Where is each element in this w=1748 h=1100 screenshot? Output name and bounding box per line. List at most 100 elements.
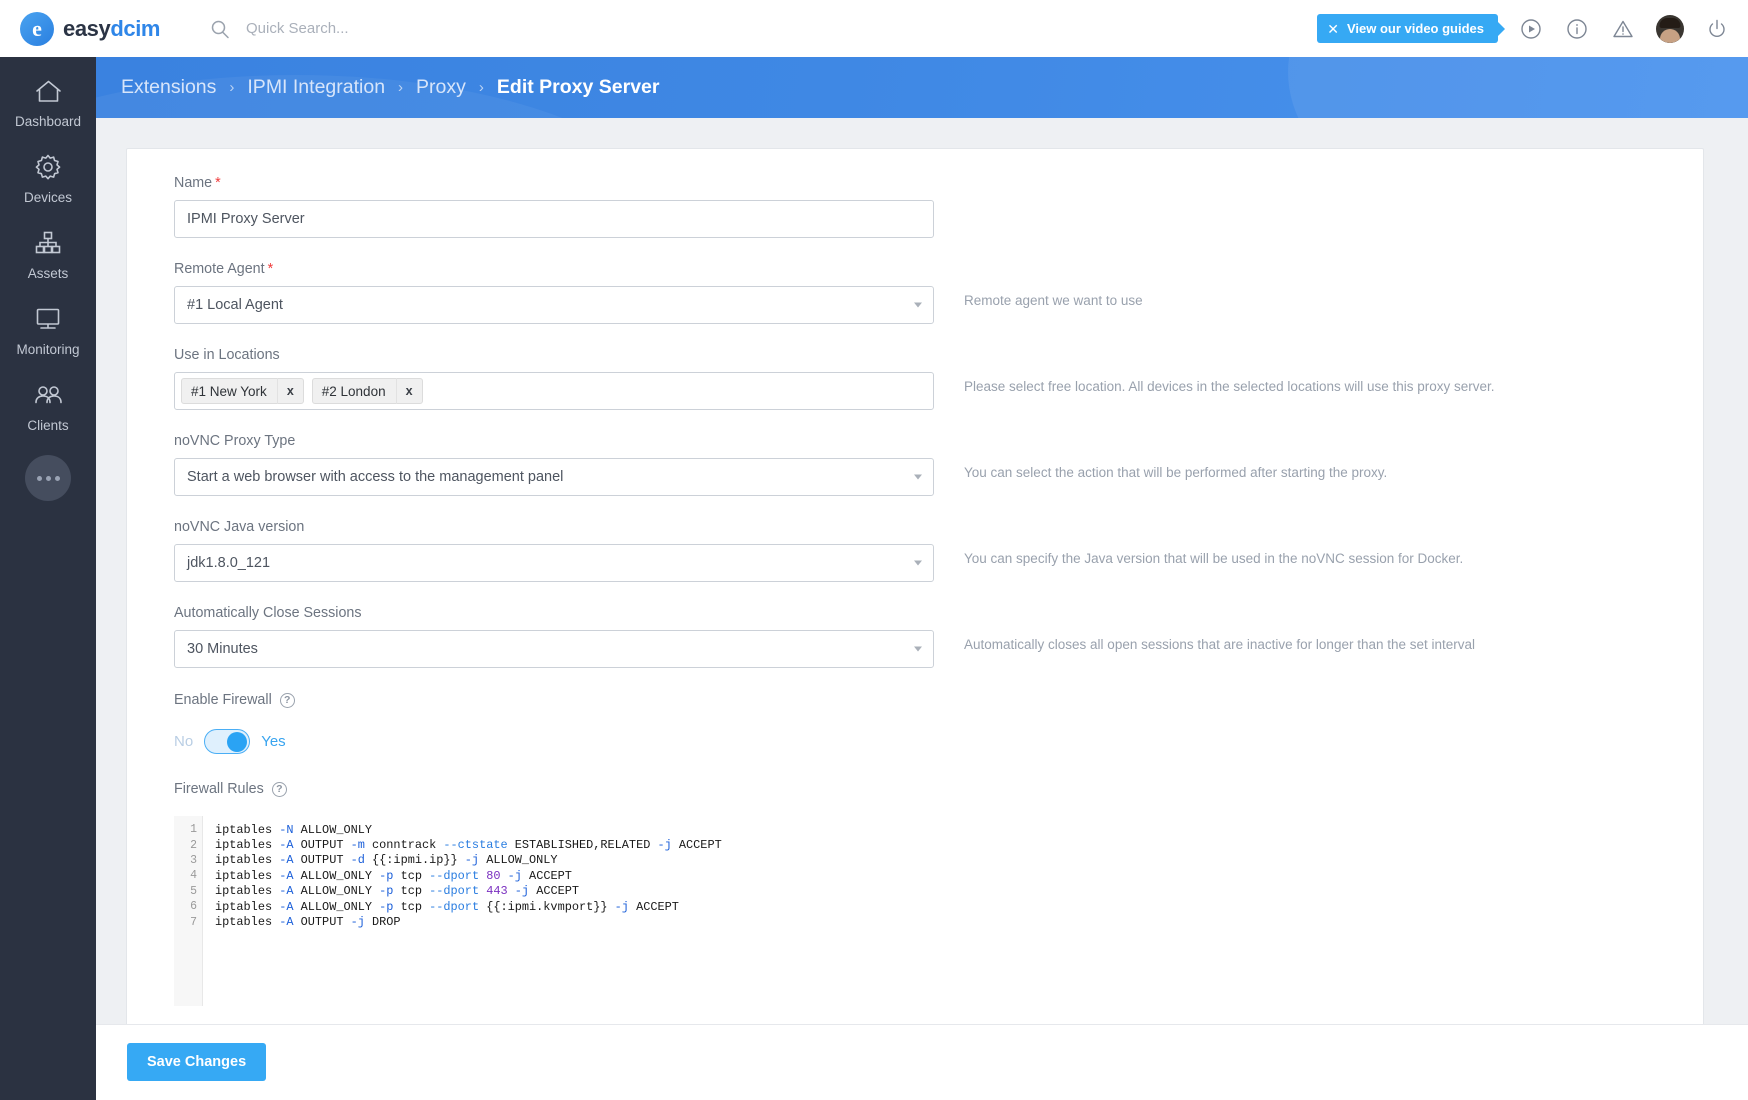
novnc-java-version-select[interactable]: jdk1.8.0_121 — [174, 544, 934, 582]
toggle-off-label: No — [174, 733, 194, 750]
remote-agent-select[interactable]: #1 Local Agent — [174, 286, 934, 324]
enable-firewall-toggle[interactable] — [204, 729, 251, 754]
app-logo[interactable]: e easydcim — [20, 11, 180, 46]
editor-line-code: iptables -A OUTPUT -d {{:ipmi.ip}} -j AL… — [215, 853, 558, 868]
user-avatar[interactable] — [1656, 14, 1684, 43]
breadcrumb-separator: › — [229, 79, 235, 96]
logo-text-primary: easy — [63, 15, 111, 41]
field-novnc-proxy-type: noVNC Proxy Type Start a web browser wit… — [174, 433, 1703, 496]
novnc-proxy-type-select[interactable]: Start a web browser with access to the m… — [174, 458, 934, 496]
editor-line-number: 7 — [190, 915, 197, 929]
required-marker: * — [215, 175, 221, 191]
sidebar-item-clients[interactable]: Clients — [0, 379, 96, 433]
firewall-rules-code-editor[interactable]: 1 iptables -N ALLOW_ONLY 2 iptables -A OUTP… — [174, 816, 1654, 1006]
breadcrumb-item-extensions[interactable]: Extensions — [121, 76, 216, 99]
sidebar: Dashboard Devices Assets Monitoring Clie… — [0, 57, 96, 1100]
editor-line: 3 iptables -A OUTPUT -d {{:ipmi.ip}} -j A… — [174, 853, 1654, 868]
info-circle-icon[interactable] — [1564, 16, 1590, 42]
location-tag[interactable]: #1 New York x — [181, 378, 304, 404]
main-content: Name* Remote Agent* #1 Local Agent Remot… — [96, 118, 1748, 1043]
remove-tag-icon[interactable]: x — [276, 378, 303, 404]
sidebar-item-dashboard[interactable]: Dashboard — [0, 75, 96, 129]
gear-icon — [34, 151, 62, 183]
dot-icon — [45, 475, 51, 481]
sidebar-item-label: Assets — [27, 266, 69, 281]
edit-proxy-form-card: Name* Remote Agent* #1 Local Agent Remot… — [126, 148, 1704, 1028]
required-marker: * — [267, 261, 274, 277]
field-name: Name * — [174, 175, 1703, 238]
dot-icon — [54, 475, 60, 481]
sidebar-item-label: Devices — [23, 190, 72, 205]
editor-line-code: iptables -A ALLOW_ONLY -p tcp --dport {{… — [215, 899, 679, 914]
search-icon — [210, 19, 230, 39]
field-novnc-proxy-type-label: noVNC Proxy Type — [174, 433, 296, 449]
field-auto-close-sessions-label: Automatically Close Sessions — [174, 605, 362, 621]
editor-line: 7 iptables -A OUTPUT -j DROP — [174, 914, 1654, 929]
auto-close-sessions-hint: Automatically closes all open sessions t… — [964, 637, 1476, 652]
dot-icon — [36, 475, 42, 481]
sidebar-item-monitoring[interactable]: Monitoring — [0, 303, 96, 357]
logo-text: easydcim — [63, 16, 160, 42]
editor-line-number: 4 — [190, 869, 197, 883]
toggle-on-label: Yes — [261, 733, 286, 750]
quick-search[interactable] — [210, 19, 574, 39]
logo-text-secondary: dcim — [110, 15, 161, 41]
field-locations: Use in Locations #1 New York x #2 London… — [174, 347, 1703, 410]
remove-tag-icon[interactable]: x — [395, 378, 422, 404]
warning-triangle-icon[interactable] — [1610, 16, 1636, 42]
editor-line-code: iptables -A OUTPUT -j DROP — [215, 915, 401, 930]
novnc-proxy-type-hint: You can select the action that will be p… — [964, 465, 1388, 480]
sidebar-more-button[interactable] — [25, 455, 71, 501]
chevron-down-icon — [914, 302, 922, 308]
enable-firewall-toggle-row: No Yes — [174, 729, 1703, 754]
auto-close-sessions-select[interactable]: 30 Minutes — [174, 630, 934, 668]
home-icon — [34, 75, 63, 107]
close-icon[interactable]: ✕ — [1327, 22, 1339, 36]
editor-line-code: iptables -N ALLOW_ONLY — [215, 822, 373, 837]
editor-line-code: iptables -A OUTPUT -m conntrack --ctstat… — [215, 838, 722, 853]
sidebar-item-assets[interactable]: Assets — [0, 227, 96, 281]
breadcrumb-item-proxy[interactable]: Proxy — [416, 76, 466, 99]
remote-agent-hint: Remote agent we want to use — [964, 293, 1143, 308]
field-auto-close-sessions: Automatically Close Sessions 30 Minutes … — [174, 605, 1703, 668]
locations-tag-input[interactable]: #1 New York x #2 London x — [174, 372, 934, 410]
name-input[interactable] — [174, 200, 934, 238]
editor-line: 2 iptables -A OUTPUT -m conntrack --ctsta… — [174, 837, 1654, 852]
play-circle-icon[interactable] — [1518, 16, 1544, 42]
top-bar: e easydcim ✕ View our video guides — [0, 0, 1748, 57]
search-input[interactable] — [244, 19, 574, 38]
content-scrollbar[interactable] — [1739, 236, 1748, 1043]
locations-hint: Please select free location. All devices… — [964, 379, 1495, 394]
help-icon[interactable]: ? — [271, 781, 287, 797]
edit-proxy-form: Name* Remote Agent* #1 Local Agent Remot… — [127, 149, 1703, 1006]
video-guides-label: View our video guides — [1346, 21, 1484, 36]
breadcrumb-separator: › — [478, 79, 484, 96]
top-bar-actions: ✕ View our video guides — [1317, 14, 1748, 43]
editor-line: 5 iptables -A ALLOW_ONLY -p tcp --dport 4… — [174, 884, 1654, 899]
field-remote-agent: Remote Agent * #1 Local Agent Remote agen… — [174, 261, 1703, 324]
page-header: Extensions › IPMI Integration › Proxy › … — [96, 57, 1748, 118]
help-icon[interactable]: ? — [279, 692, 295, 708]
monitor-icon — [34, 303, 62, 335]
editor-line: 6 iptables -A ALLOW_ONLY -p tcp --dport {… — [174, 899, 1654, 914]
breadcrumb-item-ipmi-integration[interactable]: IPMI Integration — [247, 76, 385, 99]
video-guides-tooltip[interactable]: ✕ View our video guides — [1317, 14, 1498, 43]
editor-line-number: 2 — [190, 838, 197, 852]
toggle-knob — [227, 731, 248, 752]
sidebar-item-devices[interactable]: Devices — [0, 151, 96, 205]
chevron-down-icon — [914, 560, 922, 566]
field-novnc-java-version: noVNC Java version jdk1.8.0_121 You can … — [174, 519, 1703, 582]
auto-close-sessions-value: 30 Minutes — [187, 641, 258, 657]
chevron-down-icon — [914, 474, 922, 480]
field-enable-firewall-label: Enable Firewall ? — [174, 692, 295, 708]
novnc-proxy-type-value: Start a web browser with access to the m… — [187, 469, 564, 485]
novnc-java-version-value: jdk1.8.0_121 — [187, 555, 271, 571]
save-changes-button[interactable]: Save Changes — [127, 1043, 267, 1081]
editor-line-number: 6 — [190, 900, 197, 914]
editor-line-code: iptables -A ALLOW_ONLY -p tcp --dport 44… — [215, 884, 580, 899]
location-tag[interactable]: #2 London x — [311, 378, 423, 404]
power-icon[interactable] — [1704, 16, 1730, 42]
field-novnc-java-version-label: noVNC Java version — [174, 519, 305, 535]
breadcrumb: Extensions › IPMI Integration › Proxy › … — [96, 57, 1748, 118]
page-title: Edit Proxy Server — [496, 76, 660, 98]
